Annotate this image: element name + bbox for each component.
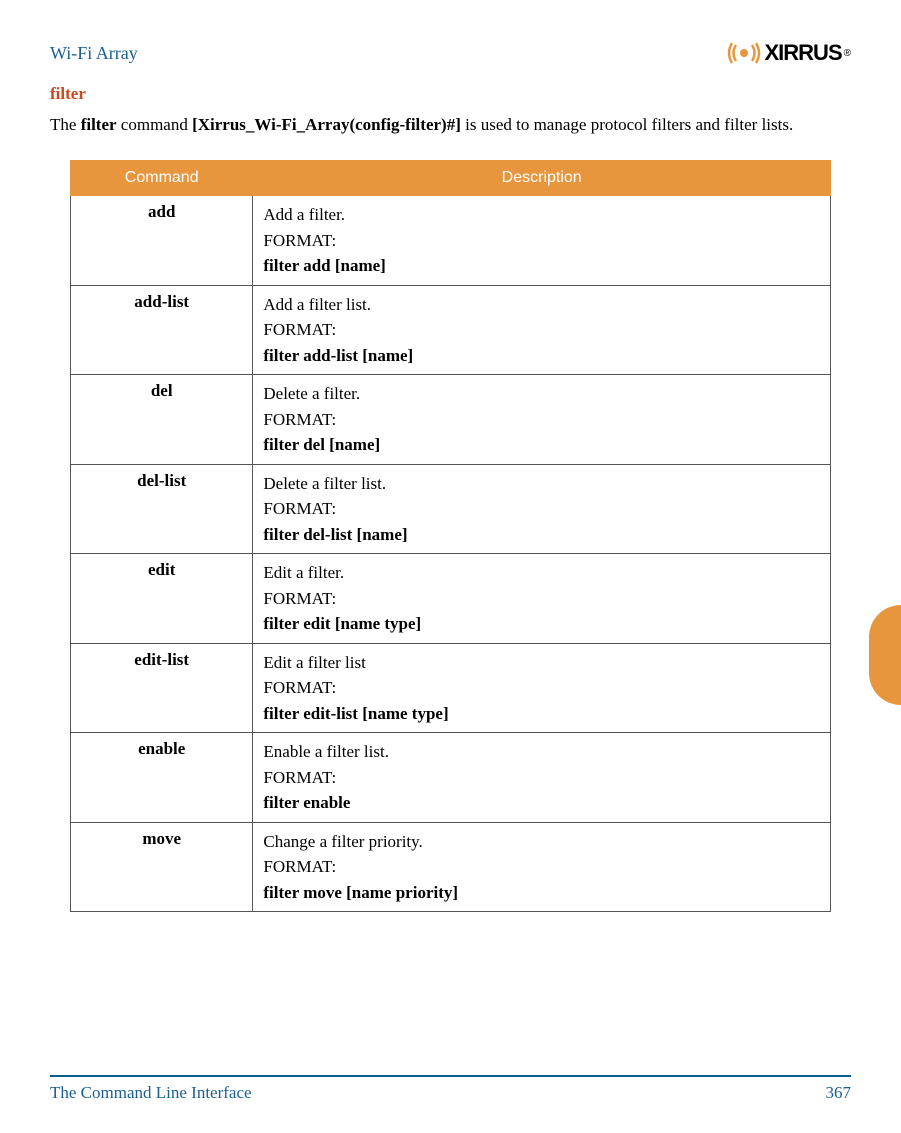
command-table: Command Description add Add a filter. FO… [70,160,831,912]
intro-paragraph: The filter command [Xirrus_Wi-Fi_Array(c… [50,112,851,138]
description-cell: Add a filter list. FORMAT: filter add-li… [253,285,831,375]
description-text: Delete a filter. [263,384,360,403]
intro-bold2: [Xirrus_Wi-Fi_Array(config-filter)#] [192,115,461,134]
format-label: FORMAT: [263,586,820,612]
section-title: filter [50,84,851,104]
footer-chapter: The Command Line Interface [50,1083,252,1103]
command-cell: enable [71,733,253,823]
description-cell: Delete a filter list. FORMAT: filter del… [253,464,831,554]
page-footer: The Command Line Interface 367 [50,1075,851,1103]
description-text: Add a filter list. [263,295,371,314]
description-cell: Add a filter. FORMAT: filter add [name] [253,196,831,286]
format-value: filter enable [263,793,350,812]
side-tab-icon [869,605,901,705]
footer-row: The Command Line Interface 367 [50,1083,851,1103]
table-row: enable Enable a filter list. FORMAT: fil… [71,733,831,823]
command-cell: add [71,196,253,286]
header-title: Wi-Fi Array [50,43,138,64]
description-cell: Delete a filter. FORMAT: filter del [nam… [253,375,831,465]
table-row: del Delete a filter. FORMAT: filter del … [71,375,831,465]
command-cell: move [71,822,253,912]
brand-logo: XIRRUS ® [725,40,852,66]
description-text: Edit a filter list [263,653,365,672]
table-row: add Add a filter. FORMAT: filter add [na… [71,196,831,286]
description-text: Edit a filter. [263,563,344,582]
footer-page-number: 367 [826,1083,852,1103]
command-cell: del-list [71,464,253,554]
table-row: del-list Delete a filter list. FORMAT: f… [71,464,831,554]
description-cell: Edit a filter. FORMAT: filter edit [name… [253,554,831,644]
description-cell: Edit a filter list FORMAT: filter edit-l… [253,643,831,733]
table-row: edit-list Edit a filter list FORMAT: fil… [71,643,831,733]
description-text: Delete a filter list. [263,474,386,493]
format-value: filter del-list [name] [263,525,407,544]
intro-suffix: is used to manage protocol filters and f… [461,115,793,134]
format-label: FORMAT: [263,407,820,433]
command-cell: add-list [71,285,253,375]
format-label: FORMAT: [263,317,820,343]
format-value: filter edit [name type] [263,614,421,633]
page-header: Wi-Fi Array XIRRUS ® [50,40,851,66]
table-row: move Change a filter priority. FORMAT: f… [71,822,831,912]
format-label: FORMAT: [263,765,820,791]
description-text: Change a filter priority. [263,832,422,851]
format-value: filter add [name] [263,256,385,275]
format-value: filter add-list [name] [263,346,413,365]
intro-bold1: filter [81,115,117,134]
command-cell: edit [71,554,253,644]
format-value: filter edit-list [name type] [263,704,448,723]
description-text: Enable a filter list. [263,742,389,761]
table-row: edit Edit a filter. FORMAT: filter edit … [71,554,831,644]
intro-middle1: command [117,115,193,134]
footer-divider [50,1075,851,1077]
table-row: add-list Add a filter list. FORMAT: filt… [71,285,831,375]
brand-text: XIRRUS [765,40,842,66]
header-command: Command [71,161,253,196]
format-label: FORMAT: [263,496,820,522]
format-label: FORMAT: [263,675,820,701]
format-value: filter move [name priority] [263,883,458,902]
command-table-container: Command Description add Add a filter. FO… [50,160,851,912]
table-header-row: Command Description [71,161,831,196]
description-text: Add a filter. [263,205,345,224]
command-cell: del [71,375,253,465]
registered-icon: ® [844,48,851,59]
intro-prefix: The [50,115,81,134]
xirrus-logo-icon [725,41,763,65]
format-label: FORMAT: [263,854,820,880]
description-cell: Change a filter priority. FORMAT: filter… [253,822,831,912]
command-cell: edit-list [71,643,253,733]
format-value: filter del [name] [263,435,380,454]
header-description: Description [253,161,831,196]
format-label: FORMAT: [263,228,820,254]
description-cell: Enable a filter list. FORMAT: filter ena… [253,733,831,823]
